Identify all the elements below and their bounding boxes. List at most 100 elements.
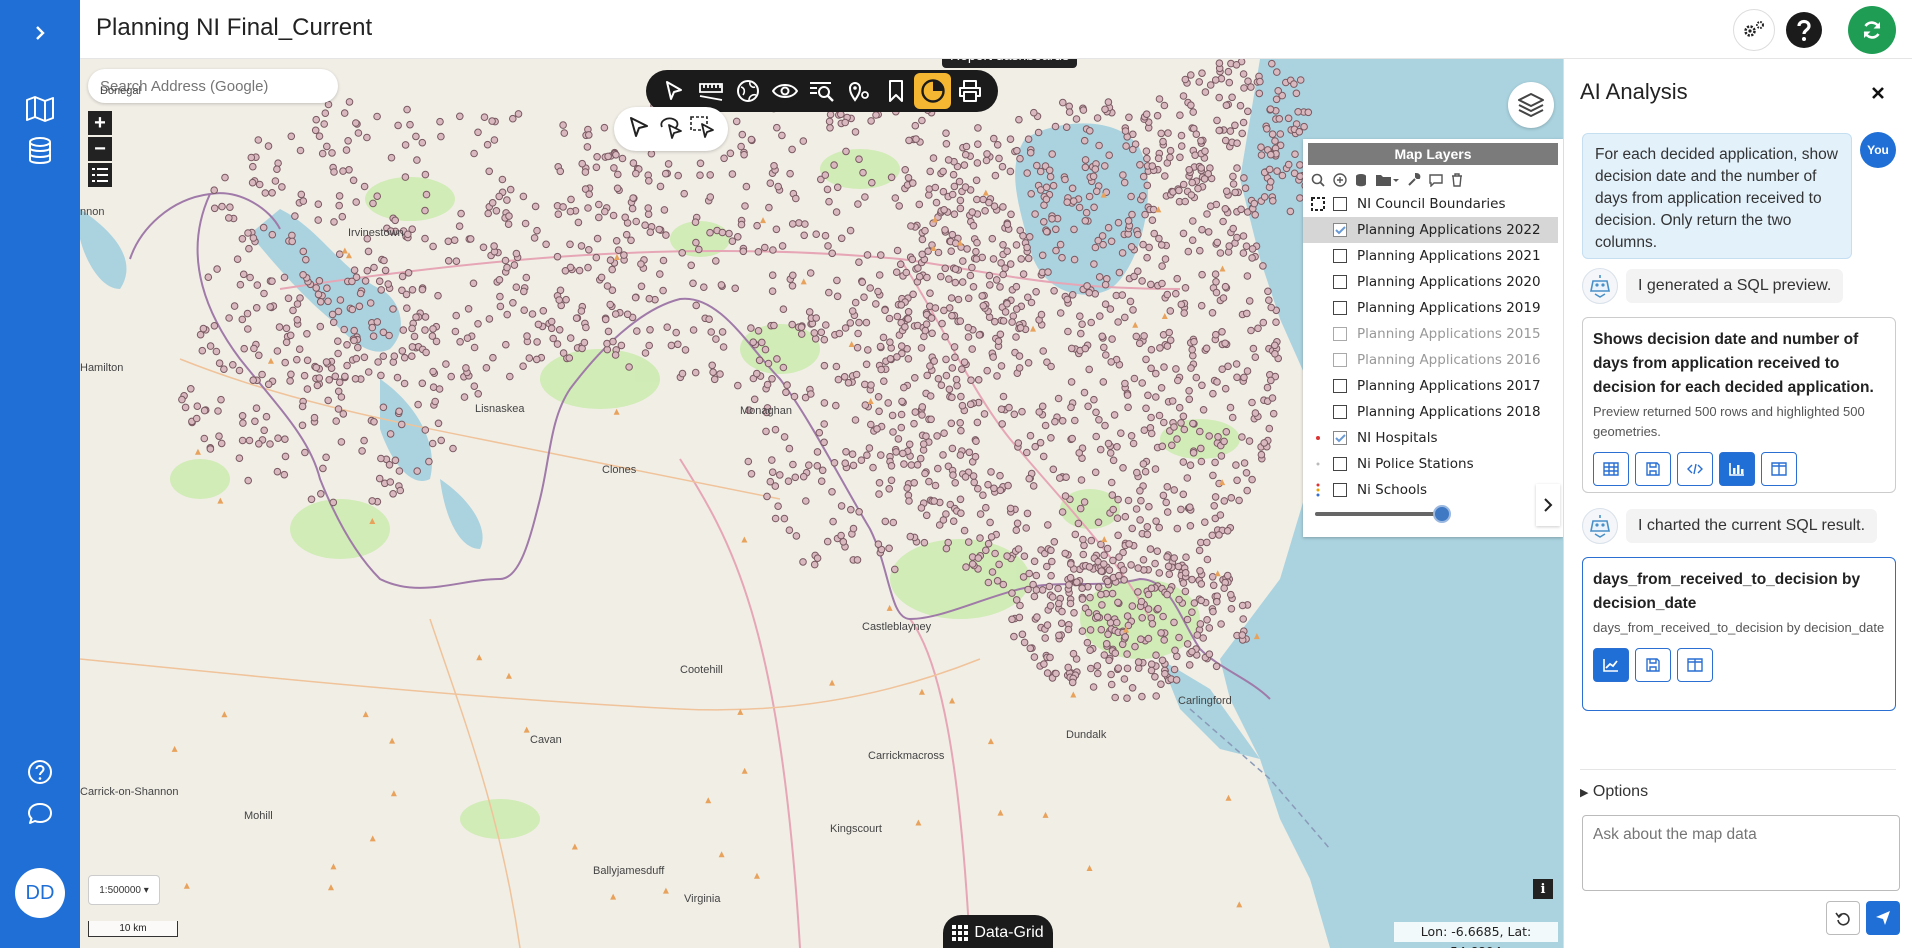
layers-stack-icon	[1518, 93, 1544, 117]
reset-button[interactable]	[1826, 901, 1860, 935]
globe-tool-button[interactable]	[730, 73, 767, 109]
bookmark-tool-button[interactable]	[877, 73, 914, 109]
slider-knob[interactable]	[1433, 505, 1451, 523]
expand-chevron-icon[interactable]	[0, 20, 80, 46]
code-icon	[1687, 463, 1703, 475]
add-circle-icon[interactable]	[1333, 173, 1347, 187]
location-tool-button[interactable]	[840, 73, 877, 109]
place-label: Clones	[602, 464, 637, 476]
help-button[interactable]	[1783, 9, 1825, 51]
help-circle-icon[interactable]	[0, 758, 80, 786]
chart-result-card: days_from_received_to_decision by decisi…	[1582, 557, 1896, 711]
bookmark-icon	[888, 80, 903, 102]
map-icon[interactable]	[0, 94, 80, 124]
layer-symbol-icon	[1311, 456, 1325, 472]
layer-row[interactable]: Planning Applications 2017	[1303, 373, 1563, 399]
view-sql-button[interactable]	[1677, 452, 1713, 486]
trash-icon[interactable]	[1451, 173, 1463, 187]
layer-checkbox[interactable]	[1333, 275, 1347, 289]
layer-row[interactable]: Planning Applications 2020	[1303, 269, 1563, 295]
layer-checkbox[interactable]	[1333, 223, 1347, 237]
print-tool-button[interactable]	[951, 73, 988, 109]
layer-checkbox[interactable]	[1333, 249, 1347, 263]
layer-checkbox[interactable]	[1333, 301, 1347, 315]
place-label: Carrick-on-Shannon	[80, 786, 179, 798]
layer-checkbox[interactable]	[1333, 327, 1347, 341]
layer-row[interactable]: Planning Applications 2018	[1303, 399, 1563, 425]
select-tool-button[interactable]	[656, 73, 693, 109]
columns-icon	[1771, 462, 1787, 476]
refresh-button[interactable]	[1848, 6, 1896, 54]
layer-symbol-icon	[1311, 248, 1325, 264]
visibility-tool-button[interactable]	[767, 73, 804, 109]
ask-input[interactable]	[1582, 815, 1900, 891]
layer-row[interactable]: Ni Schools	[1303, 477, 1563, 503]
save-button[interactable]	[1635, 648, 1671, 682]
measure-tool-button[interactable]	[693, 73, 730, 109]
save-button[interactable]	[1635, 452, 1671, 486]
layer-row[interactable]: Planning Applications 2022	[1303, 217, 1558, 243]
layer-row[interactable]: Planning Applications 2019	[1303, 295, 1563, 321]
panel-title: AI Analysis	[1580, 79, 1688, 104]
layer-row[interactable]: NI Council Boundaries	[1303, 191, 1563, 217]
layer-label: Ni Police Stations	[1357, 456, 1474, 472]
info-button[interactable]: i	[1533, 879, 1553, 899]
layers-title: Map Layers	[1308, 143, 1558, 165]
layer-checkbox[interactable]	[1333, 457, 1347, 471]
scale-value: 1:500000	[99, 884, 141, 896]
search-icon[interactable]	[1311, 173, 1325, 187]
columns-button[interactable]	[1761, 452, 1797, 486]
data-grid-button[interactable]: Data-Grid	[943, 915, 1053, 948]
zoom-out-button[interactable]: −	[88, 137, 112, 161]
layer-row[interactable]: Ni Police Stations	[1303, 451, 1563, 477]
query-tool-button[interactable]	[804, 73, 841, 109]
chart-button[interactable]	[1719, 452, 1755, 486]
chat-icon[interactable]	[0, 800, 80, 828]
layer-symbol-icon	[1311, 378, 1325, 394]
layer-symbol-icon	[1311, 222, 1325, 238]
report-dashboards-button[interactable]	[914, 73, 952, 109]
options-toggle[interactable]: ▶ Options	[1580, 783, 1648, 801]
layer-checkbox[interactable]	[1333, 431, 1347, 445]
collapse-layers-button[interactable]	[1536, 484, 1560, 526]
legend-list-button[interactable]	[88, 163, 112, 187]
map-canvas[interactable]: + − Donegal nnon Irvinestown Hamilton Li…	[80, 59, 1563, 948]
layer-row[interactable]: Planning Applications 2021	[1303, 243, 1563, 269]
scale-select[interactable]: 1:500000 ▾	[88, 875, 160, 905]
user-avatar[interactable]: DD	[15, 868, 65, 918]
gears-icon	[1744, 21, 1764, 37]
layer-row[interactable]: NI Hospitals	[1303, 425, 1563, 451]
place-label: Dundalk	[1066, 729, 1107, 741]
send-button[interactable]	[1866, 901, 1900, 935]
layer-checkbox[interactable]	[1333, 483, 1347, 497]
columns-button[interactable]	[1677, 648, 1713, 682]
layer-checkbox[interactable]	[1333, 379, 1347, 393]
layer-row[interactable]: Planning Applications 2016	[1303, 347, 1563, 373]
database-icon[interactable]	[0, 136, 80, 166]
layer-label: Planning Applications 2016	[1357, 352, 1541, 368]
undo-icon	[1835, 912, 1850, 926]
folder-dropdown-icon[interactable]	[1375, 173, 1399, 187]
assistant-avatar	[1582, 268, 1618, 304]
close-panel-button[interactable]	[1872, 83, 1884, 104]
comment-icon[interactable]	[1429, 173, 1443, 187]
pointer-select-button[interactable]	[627, 115, 651, 144]
line-chart-button[interactable]	[1593, 648, 1629, 682]
box-select-button[interactable]	[689, 115, 715, 144]
view-table-button[interactable]	[1593, 452, 1629, 486]
card-heading: Shows decision date and number of days f…	[1593, 331, 1874, 396]
layer-checkbox[interactable]	[1333, 405, 1347, 419]
pointer-icon	[630, 116, 648, 137]
layers-toggle-button[interactable]	[1508, 82, 1554, 128]
settings-button[interactable]	[1733, 9, 1775, 51]
layer-opacity-slider[interactable]	[1315, 505, 1451, 523]
layer-checkbox[interactable]	[1333, 353, 1347, 367]
database-icon[interactable]	[1355, 173, 1367, 187]
lasso-select-button[interactable]	[657, 115, 683, 144]
layer-row[interactable]: Planning Applications 2015	[1303, 321, 1563, 347]
zoom-in-button[interactable]: +	[88, 111, 112, 135]
map-layers-panel: Map Layers NI Council Boundaries Planning…	[1303, 139, 1563, 537]
wrench-icon[interactable]	[1407, 173, 1421, 187]
line-chart-icon	[1603, 659, 1618, 672]
layer-checkbox[interactable]	[1333, 197, 1347, 211]
